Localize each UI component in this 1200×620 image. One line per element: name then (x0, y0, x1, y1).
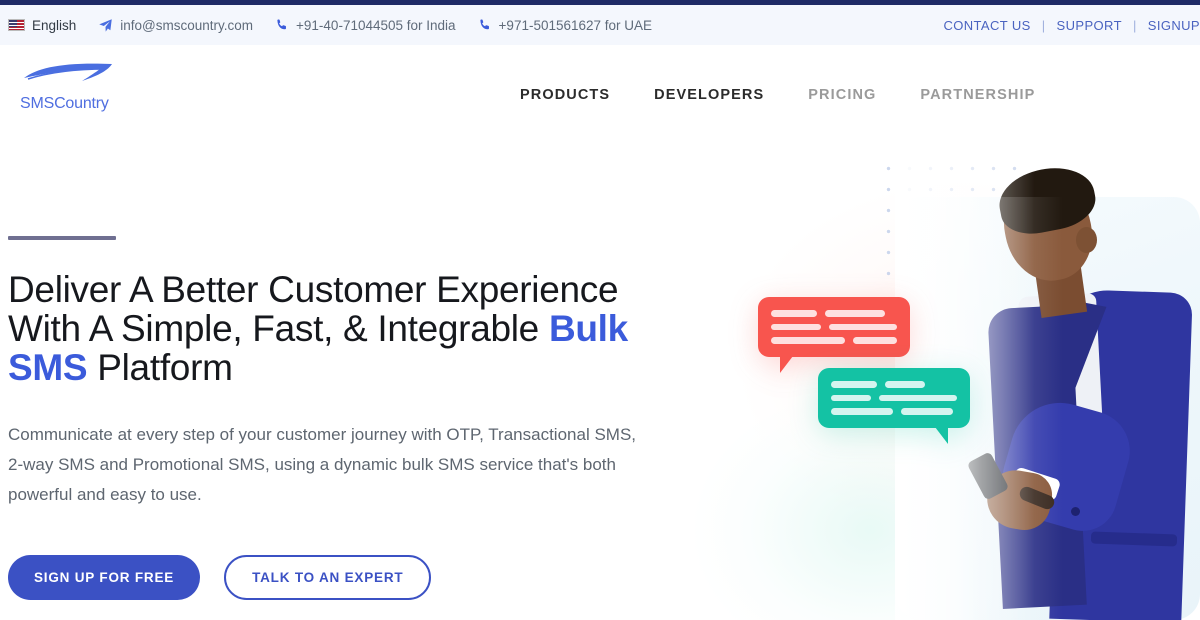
logo[interactable]: SMSCountry (12, 57, 132, 123)
support-link[interactable]: SUPPORT (1057, 18, 1122, 33)
main-nav: PRODUCTS DEVELOPERS PRICING PARTNERSHIP (498, 45, 1057, 145)
phone-india-label: +91-40-71044505 for India (296, 17, 456, 33)
talk-to-an-expert-button[interactable]: TALK TO AN EXPERT (224, 555, 432, 600)
hero-cta-group: SIGN UP FOR FREE TALK TO AN EXPERT (8, 555, 432, 600)
signup-link[interactable]: SIGNUP (1148, 18, 1200, 33)
email-contact[interactable]: info@smscountry.com (98, 18, 253, 33)
chat-bubble-tail (935, 426, 948, 444)
nav-item-partnership[interactable]: PARTNERSHIP (898, 87, 1057, 103)
headline-part2: Platform (87, 347, 233, 388)
headline-part1: Deliver A Better Customer Experience Wit… (8, 269, 619, 349)
us-flag-icon (8, 19, 25, 31)
text-line (771, 310, 817, 317)
nav-item-developers[interactable]: DEVELOPERS (632, 87, 786, 103)
text-line (901, 408, 953, 415)
text-line (831, 408, 893, 415)
phone-india[interactable]: +91-40-71044505 for India (275, 18, 456, 33)
hero-artwork (640, 145, 1200, 620)
chat-bubble-red (758, 297, 910, 373)
hero-section: Deliver A Better Customer Experience Wit… (0, 145, 1200, 620)
sign-up-for-free-button[interactable]: SIGN UP FOR FREE (8, 555, 201, 600)
text-line-row (831, 394, 957, 401)
contact-us-link[interactable]: CONTACT US (943, 18, 1030, 33)
hero-subcopy: Communicate at every step of your custom… (8, 425, 637, 504)
chat-bubble-tail (780, 355, 793, 373)
chat-bubble-red-body (758, 297, 910, 357)
phone-icon (275, 18, 289, 32)
text-line-row (771, 323, 897, 330)
topbar-links-group: CONTACT US | SUPPORT | SIGNUP (943, 18, 1200, 33)
text-line-row (831, 381, 957, 388)
chat-bubble-teal (818, 368, 970, 444)
email-label: info@smscountry.com (120, 17, 254, 33)
text-line (771, 323, 821, 330)
page-title: Deliver A Better Customer Experience Wit… (8, 270, 648, 387)
site-header: SMSCountry PRODUCTS DEVELOPERS PRICING P… (0, 45, 1200, 145)
text-line (879, 394, 957, 401)
chat-bubble-teal-body (818, 368, 970, 428)
text-line (831, 394, 871, 401)
link-separator: | (1041, 17, 1046, 33)
nav-item-products[interactable]: PRODUCTS (498, 87, 632, 103)
text-line (853, 337, 897, 344)
language-selector[interactable]: English (8, 18, 76, 33)
phone-uae[interactable]: +971-501561627 for UAE (478, 17, 653, 33)
logo-text: SMSCountry (20, 95, 109, 112)
paper-plane-icon (98, 18, 113, 33)
text-line (831, 381, 877, 388)
utility-topbar: English info@smscountry.com +91-40-71044… (0, 5, 1200, 45)
topbar-contact-group: English info@smscountry.com +91-40-71044… (0, 18, 652, 33)
phone-icon (478, 18, 492, 32)
text-line (771, 337, 845, 344)
language-label: English (32, 17, 77, 33)
text-line (825, 310, 885, 317)
text-line-row (771, 337, 897, 344)
link-separator: | (1132, 17, 1137, 33)
text-line (829, 323, 897, 330)
text-line-row (831, 408, 957, 415)
text-line-row (771, 310, 897, 317)
nav-item-pricing[interactable]: PRICING (786, 87, 898, 103)
phone-uae-label: +971-501561627 for UAE (498, 17, 653, 33)
text-line (885, 381, 925, 388)
accent-rule (8, 236, 116, 240)
